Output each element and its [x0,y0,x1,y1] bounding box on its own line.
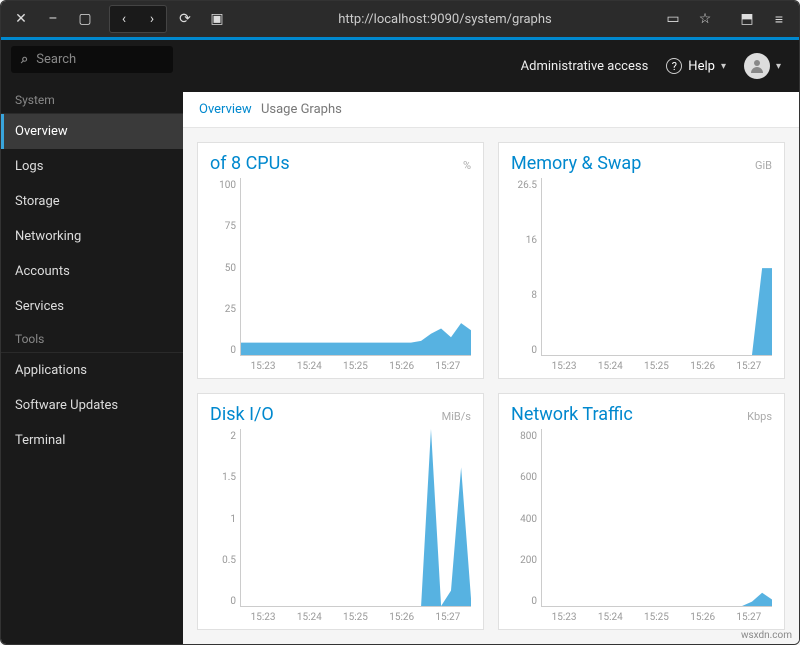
search-input[interactable]: ⌕ Search [11,46,173,73]
avatar-icon [744,53,770,79]
url-bar[interactable]: http://localhost:9090/system/graphs [235,12,655,27]
chevron-down-icon: ▾ [721,61,726,72]
breadcrumb-current: Usage Graphs [261,102,342,117]
reader-button[interactable]: ▭ [659,6,687,32]
memory-chart: 26.5168015:2315:2415:2515:2615:27 [511,178,772,372]
breadcrumb-overview[interactable]: Overview [199,102,252,117]
help-menu[interactable]: ? Help ▾ [666,58,726,74]
sidebar-item-services[interactable]: Services [1,289,183,324]
help-label: Help [688,59,715,74]
disk-title: Disk I/O [210,404,274,425]
sidebar: jperkins@ fedora ▾ ⌕ Search System Overv… [1,40,183,644]
network-chart: 800600400200015:2315:2415:2515:2615:27 [511,429,772,623]
sidebar-item-logs[interactable]: Logs [1,149,183,184]
download-button[interactable]: ⬒ [733,6,761,32]
cpu-title: of 8 CPUs [210,153,290,174]
memory-card: Memory & Swap GiB 26.5168015:2315:2415:2… [498,142,785,379]
cpu-card: of 8 CPUs % 100755025015:2315:2415:2515:… [197,142,484,379]
search-icon: ⌕ [21,52,28,67]
window-minimize-button[interactable]: – [39,6,67,32]
sidebar-item-networking[interactable]: Networking [1,219,183,254]
help-icon: ? [666,58,682,74]
sidebar-item-accounts[interactable]: Accounts [1,254,183,289]
disk-chart: 21.510.5015:2315:2415:2515:2615:27 [210,429,471,623]
admin-access-label[interactable]: Administrative access [521,59,649,74]
reload-button[interactable]: ⟳ [171,6,199,32]
search-placeholder: Search [36,52,76,67]
cpu-chart: 100755025015:2315:2415:2515:2615:27 [210,178,471,372]
sidebar-item-terminal[interactable]: Terminal [1,423,183,458]
window-maximize-button[interactable]: ▢ [71,6,99,32]
network-card: Network Traffic Kbps 800600400200015:231… [498,393,785,630]
memory-title: Memory & Swap [511,153,641,174]
sidebar-item-overview[interactable]: Overview [1,114,183,149]
network-title: Network Traffic [511,404,633,425]
bookmark-button[interactable]: ☆ [691,6,719,32]
cpu-unit: % [463,159,471,172]
disk-unit: MiB/s [442,410,471,423]
user-menu[interactable]: ▾ [744,53,781,79]
sidebar-item-storage[interactable]: Storage [1,184,183,219]
memory-unit: GiB [755,159,772,172]
network-unit: Kbps [747,410,772,423]
nav-back-button[interactable]: ‹ [110,6,138,32]
disk-card: Disk I/O MiB/s 21.510.5015:2315:2415:251… [197,393,484,630]
site-info-button[interactable]: ▣ [203,6,231,32]
graphs-grid: of 8 CPUs % 100755025015:2315:2415:2515:… [183,128,799,644]
window-close-button[interactable]: ✕ [7,6,35,32]
breadcrumb: Overview Usage Graphs [183,92,799,128]
section-system-label: System [1,85,183,114]
watermark: wsxdn.com [741,630,792,641]
nav-forward-button[interactable]: › [138,6,166,32]
sidebar-item-software-updates[interactable]: Software Updates [1,388,183,423]
top-header: Administrative access ? Help ▾ ▾ [183,40,799,92]
sidebar-item-applications[interactable]: Applications [1,353,183,388]
nav-back-forward: ‹ › [109,5,167,33]
menu-button[interactable]: ≡ [765,6,793,32]
chevron-down-icon: ▾ [776,61,781,72]
browser-titlebar: ✕ – ▢ ‹ › ⟳ ▣ http://localhost:9090/syst… [1,1,799,37]
section-tools-label: Tools [1,324,183,353]
